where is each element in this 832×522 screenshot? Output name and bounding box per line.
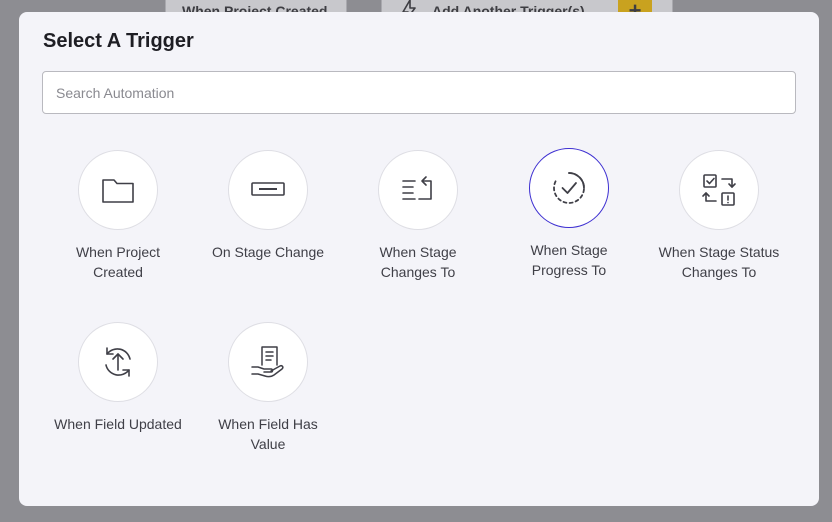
stage-bar-icon bbox=[251, 182, 285, 196]
modal-title: Select A Trigger bbox=[43, 30, 194, 52]
folder-icon bbox=[102, 179, 134, 203]
list-arrow-icon bbox=[402, 176, 432, 200]
trigger-icon-circle bbox=[679, 150, 759, 230]
trigger-icon-circle bbox=[78, 150, 158, 230]
status-swap-icon bbox=[702, 174, 736, 206]
progress-check-icon bbox=[553, 172, 585, 204]
trigger-label: On Stage Change bbox=[211, 244, 325, 260]
search-automation-input[interactable] bbox=[42, 71, 796, 114]
trigger-label: When Stage Progress To bbox=[530, 242, 608, 278]
trigger-icon-circle bbox=[529, 148, 609, 228]
hand-document-icon bbox=[251, 346, 284, 378]
trigger-label: When Field Has Value bbox=[218, 416, 318, 452]
trigger-label: When Stage Status Changes To bbox=[658, 244, 780, 280]
refresh-up-icon bbox=[105, 347, 131, 377]
trigger-label: When Project Created bbox=[75, 244, 161, 280]
trigger-label: When Stage Changes To bbox=[379, 244, 457, 280]
trigger-icon-circle bbox=[378, 150, 458, 230]
trigger-label: When Field Updated bbox=[54, 416, 182, 432]
select-trigger-modal: Select A Trigger When Project Created On… bbox=[19, 12, 819, 506]
trigger-icon-circle bbox=[228, 150, 308, 230]
trigger-icon-circle bbox=[228, 322, 308, 402]
trigger-icon-circle bbox=[78, 322, 158, 402]
